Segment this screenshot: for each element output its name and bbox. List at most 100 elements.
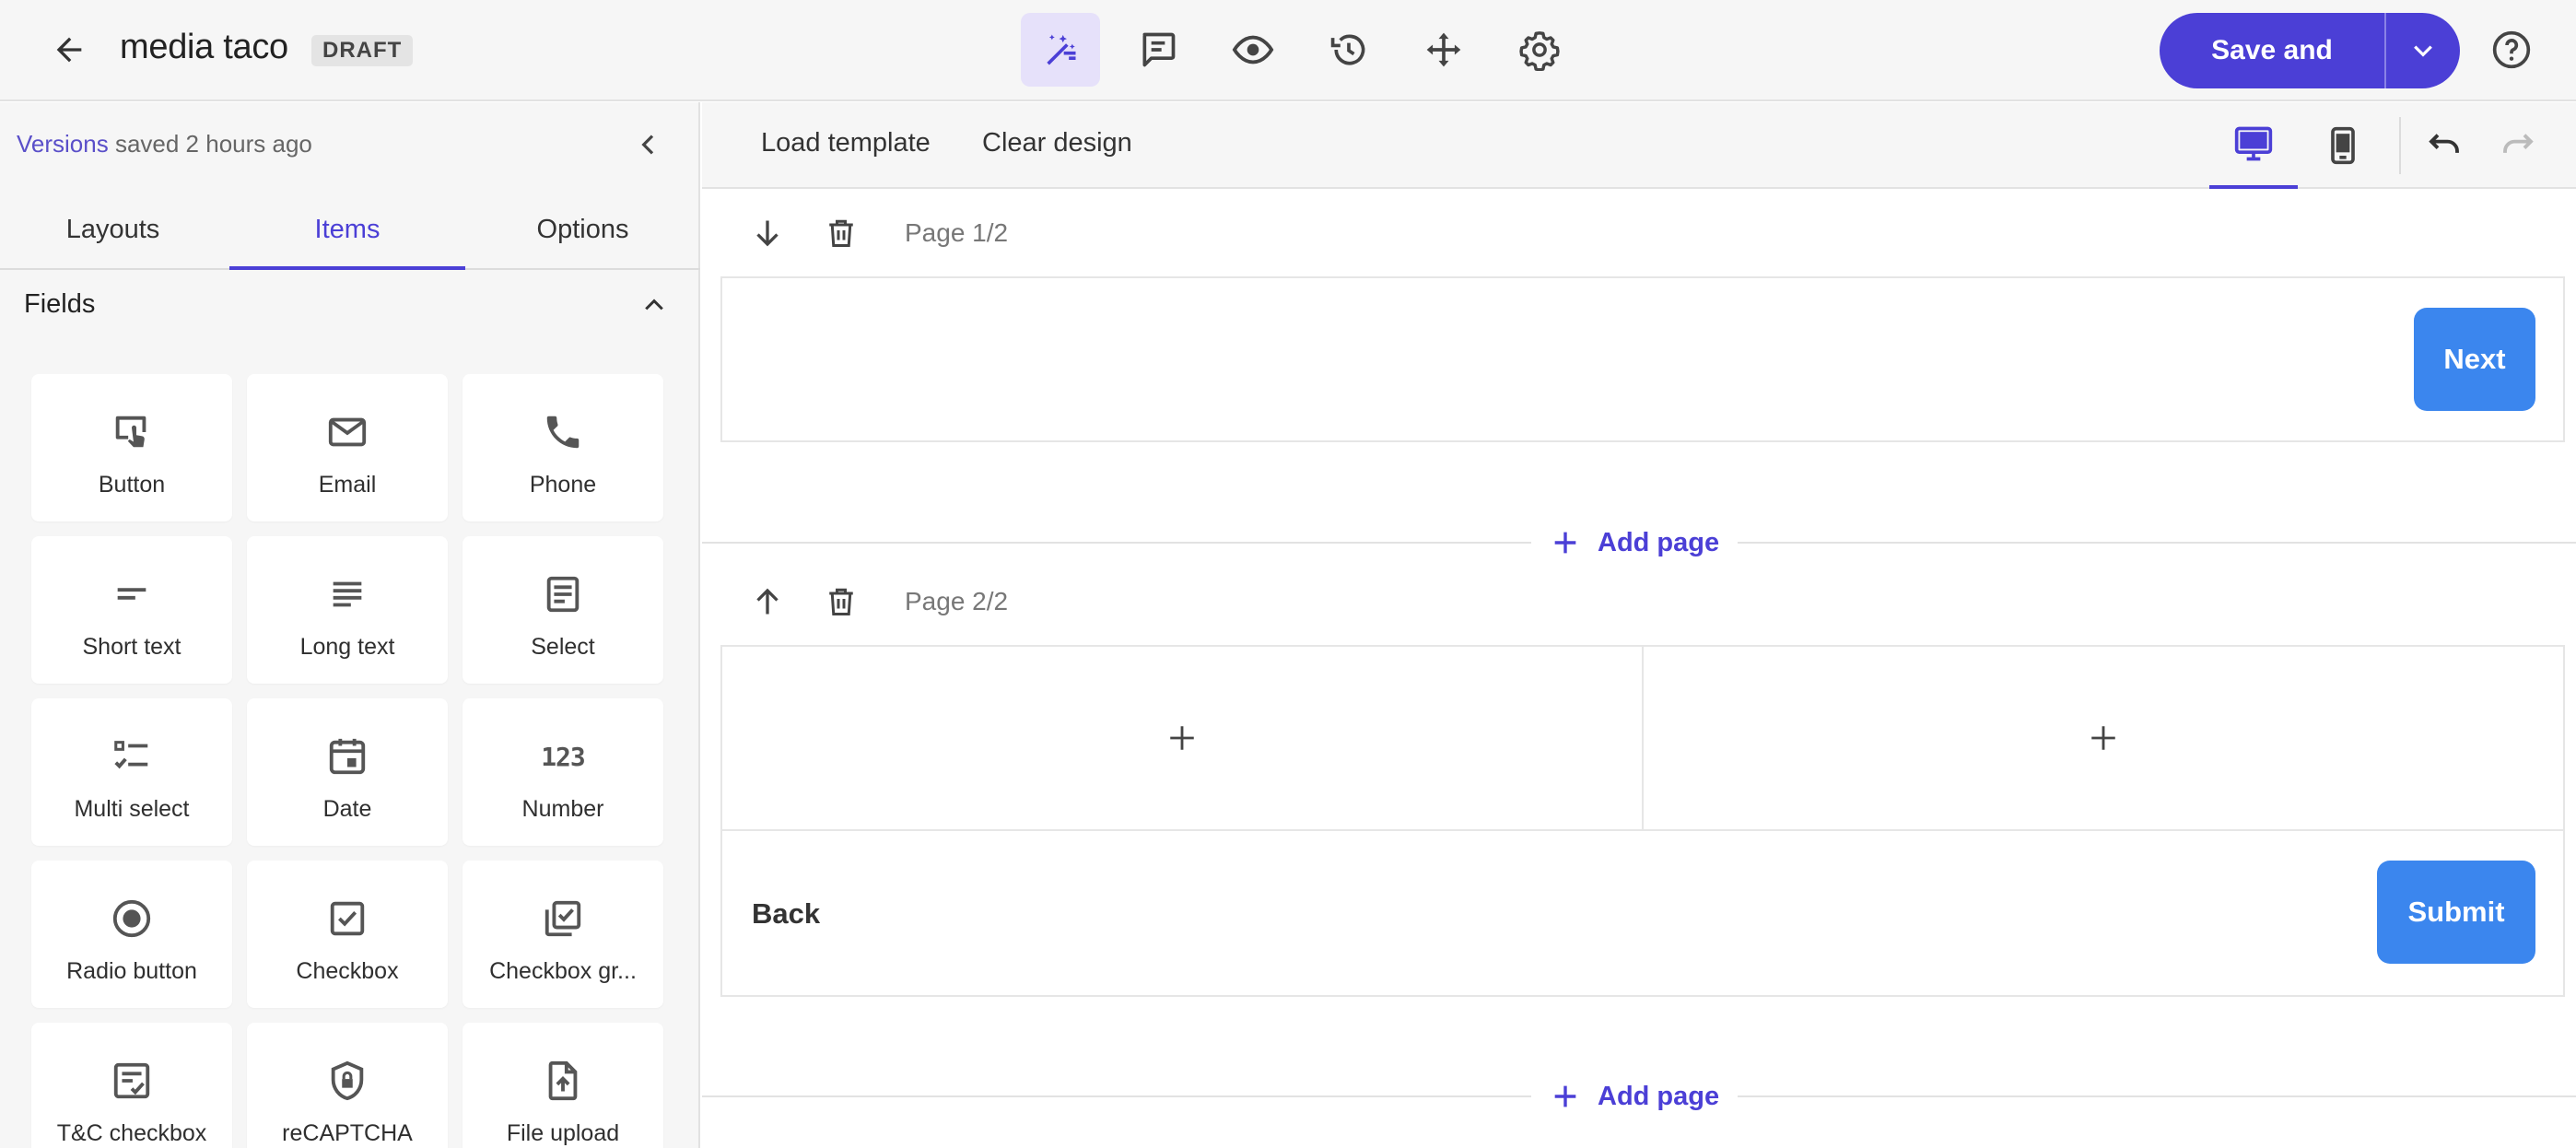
field-tile-label: Checkbox gr... [489,958,637,984]
preview-eye-icon[interactable] [1213,13,1293,87]
field-tile-label: Long text [299,634,395,660]
field-tile-date[interactable]: Date [247,698,448,846]
checklist-icon [31,733,232,779]
field-tile-label: Checkbox [296,958,399,984]
field-tile-tc-checkbox[interactable]: T&C checkbox [31,1023,232,1148]
field-tile-short-text[interactable]: Short text [31,536,232,684]
chevron-down-icon[interactable] [2386,13,2460,88]
add-page-row: Add page [702,515,2576,570]
short-text-icon [31,571,232,617]
move-arrows-icon[interactable] [1404,13,1483,87]
phone-icon [463,409,663,455]
field-tile-label: Multi select [74,796,190,822]
field-tile-recaptcha[interactable]: reCAPTCHA [247,1023,448,1148]
versions-saved-text: saved 2 hours ago [108,130,312,158]
field-tile-select[interactable]: Select [463,536,663,684]
field-tile-phone[interactable]: Phone [463,374,663,521]
canvas-toolbar: Load template Clear design [702,102,2576,189]
plus-icon [1554,1085,1576,1107]
arrow-down-icon[interactable] [744,210,790,256]
add-page-label: Add page [1598,1081,1720,1111]
add-page-button[interactable]: Add page [1531,1069,1739,1124]
plus-icon [1170,726,1194,750]
field-tile-multi-select[interactable]: Multi select [31,698,232,846]
versions-link[interactable]: Versions [17,130,109,158]
design-canvas: Load template Clear design Page 1/2 Next… [702,102,2576,1148]
terms-icon [31,1058,232,1104]
field-tile-label: Short text [82,634,181,660]
checkbox-icon [247,896,448,942]
mobile-icon[interactable] [2299,102,2387,189]
submit-button[interactable]: Submit [2377,861,2535,964]
settings-gear-icon[interactable] [1500,13,1579,87]
page-1-container: Next [720,276,2565,442]
field-tile-label: Email [318,472,377,498]
checkbox-group-icon [463,896,663,942]
back-button[interactable]: Back [752,897,820,931]
field-tile-email[interactable]: Email [247,374,448,521]
comment-icon[interactable] [1118,13,1198,87]
next-button[interactable]: Next [2414,308,2535,411]
add-page-row: Add page [702,1069,2576,1124]
history-icon[interactable] [1309,13,1388,87]
trash-icon[interactable] [818,210,864,256]
design-wand-icon[interactable] [1021,13,1100,87]
toolbar-divider [2399,117,2401,174]
load-template-button[interactable]: Load template [761,128,931,158]
page-1-label: Page 1/2 [905,218,1009,247]
field-tile-label: Phone [529,472,597,498]
save-and-exit-button[interactable]: Save and exit [2160,13,2384,88]
versions-status: Versions saved 2 hours ago [17,130,312,158]
undo-icon[interactable] [2419,123,2469,169]
fields-section-title: Fields [24,289,96,319]
back-arrow-icon[interactable] [46,27,92,73]
field-tile-label: Number [521,796,604,822]
clear-design-button[interactable]: Clear design [982,128,1132,158]
field-tile-file-upload[interactable]: File upload [463,1023,663,1148]
plus-icon [1554,532,1576,554]
tab-options[interactable]: Options [465,200,700,270]
field-tile-number[interactable]: 123 Number [463,698,663,846]
radio-icon [31,896,232,942]
field-tile-label: T&C checkbox [56,1120,207,1146]
field-tile-label: Radio button [66,958,197,984]
field-tile-checkbox-group[interactable]: Checkbox gr... [463,861,663,1008]
tab-layouts[interactable]: Layouts [0,200,226,270]
arrow-up-icon[interactable] [744,579,790,625]
chevron-left-icon[interactable] [628,124,669,165]
sidebar-tabs: Layouts Items Options [0,200,700,270]
field-tile-label: File upload [506,1120,620,1146]
save-button-group: Save and exit [2160,13,2460,88]
long-text-icon [247,571,448,617]
chevron-up-icon[interactable] [636,287,673,323]
field-tile-label: Select [531,634,595,660]
add-page-label: Add page [1598,527,1720,557]
page-2-label: Page 2/2 [905,587,1009,615]
sidebar: Versions saved 2 hours ago Layouts Items… [0,102,700,1148]
field-tile-label: reCAPTCHA [282,1120,413,1146]
envelope-icon [247,409,448,455]
help-icon[interactable] [2488,26,2535,74]
redo-icon[interactable] [2493,123,2543,169]
plus-icon [2091,726,2115,750]
field-tile-label: Button [98,472,166,498]
field-tile-radio-button[interactable]: Radio button [31,861,232,1008]
number-icon: 123 [541,741,586,772]
desktop-icon[interactable] [2209,102,2298,189]
field-tile-button[interactable]: Button [31,374,232,521]
top-bar: media taco DRAFT Save and exit [0,0,2576,101]
select-icon [463,571,663,617]
form-title: media taco [120,28,288,66]
shield-lock-icon [247,1058,448,1104]
drop-cell-right[interactable] [1644,647,2563,831]
field-tile-long-text[interactable]: Long text [247,536,448,684]
trash-icon[interactable] [818,579,864,625]
status-badge: DRAFT [311,35,414,66]
field-tile-checkbox[interactable]: Checkbox [247,861,448,1008]
drop-cell-left[interactable] [722,647,1644,831]
add-page-button[interactable]: Add page [1531,515,1739,570]
page-2-container: Back Submit [720,645,2565,997]
file-upload-icon [463,1058,663,1104]
calendar-icon [247,733,448,779]
tab-items[interactable]: Items [229,200,465,270]
